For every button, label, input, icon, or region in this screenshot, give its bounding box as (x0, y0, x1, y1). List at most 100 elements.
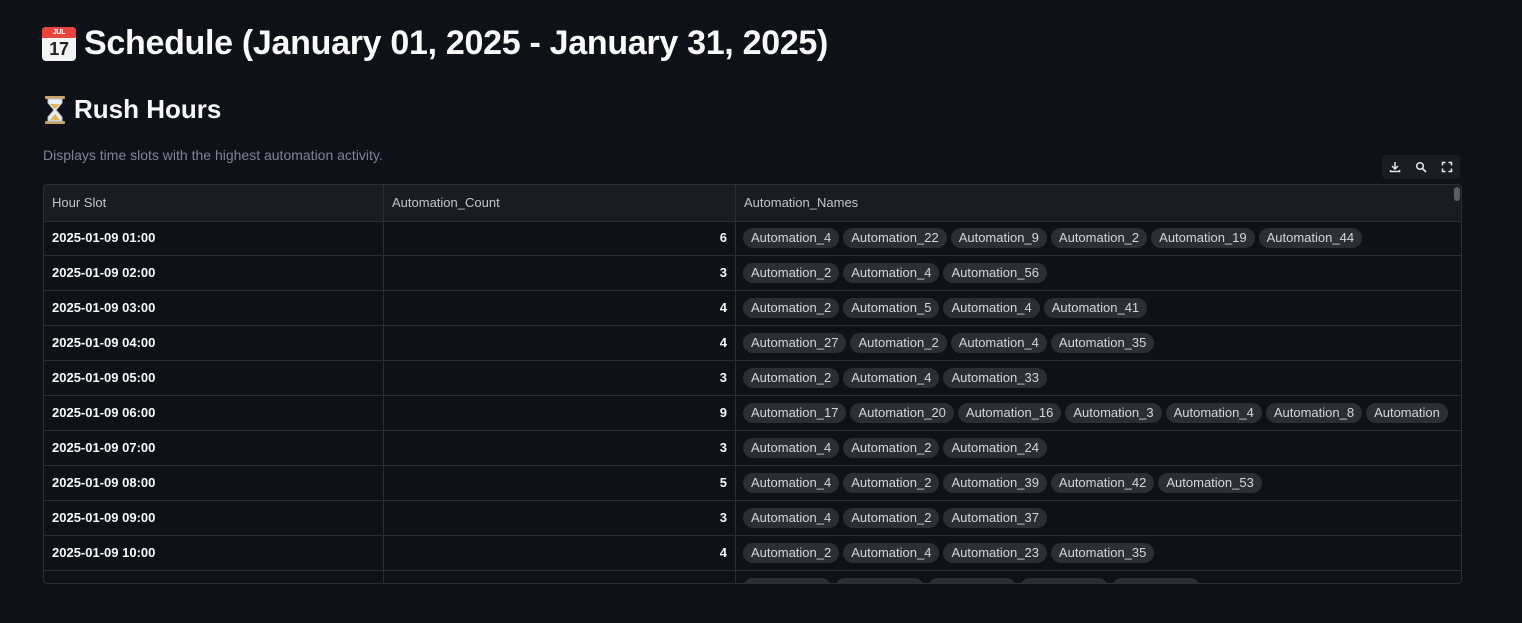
automation-tag: Automation_2 (843, 473, 940, 493)
table-row[interactable]: 2025-01-09 03:00 4 Automation_2 Automation_… (44, 291, 1461, 326)
table-toolbar (1382, 155, 1460, 179)
automation-tag: Automation_4 (943, 298, 1040, 318)
table-row[interactable]: 2025-01-09 07:00 3 Automation_4 Automation_… (44, 431, 1461, 466)
fullscreen-icon (1441, 161, 1453, 173)
table-row[interactable]: 2025-01-09 01:00 6 Automation_4 Automation_… (44, 221, 1461, 256)
automation-tag: Automation_2 (743, 263, 840, 283)
calendar-icon: JUL 17 (42, 26, 76, 61)
cell-automation-count[interactable]: 4 (384, 326, 736, 360)
automation-tag: Automation (1366, 403, 1448, 423)
table-scrollbar[interactable] (1454, 187, 1460, 201)
cell-automation-count[interactable]: 6 (384, 221, 736, 255)
table-body: 2025-01-09 01:00 6 Automation_4 Automation_… (44, 221, 1461, 583)
cell-hour-slot[interactable]: 2025-01-09 01:00 (44, 221, 384, 255)
automation-tag: Automation_37 (943, 508, 1047, 528)
cell-automation-count[interactable]: 9 (384, 396, 736, 430)
cell-automation-names[interactable]: Automation_4 Automation_2 Automation_39 Aut… (736, 466, 1461, 500)
cell-hour-slot[interactable]: 2025-01-09 10:00 (44, 536, 384, 570)
cell-automation-count[interactable]: 3 (384, 361, 736, 395)
table-row[interactable]: 2025-01-09 05:00 3 Automation_2 Automation_… (44, 361, 1461, 396)
section-title: Rush Hours (42, 94, 221, 125)
automation-tag: Automation_22 (843, 228, 947, 248)
cell-hour-slot[interactable]: 2025-01-09 02:00 (44, 256, 384, 290)
cell-automation-count[interactable]: 3 (384, 501, 736, 535)
automation-tag: Automation_4 (950, 333, 1047, 353)
cell-automation-names[interactable]: Automation_2 Automation_4 Automation_56 (736, 256, 1461, 290)
automation-tag: Automation_4 (743, 228, 840, 248)
page-title-text: Schedule (January 01, 2025 - January 31,… (84, 24, 829, 62)
cell-automation-names[interactable]: Automation_4 Automation_2 Automation_37 (736, 501, 1461, 535)
automation-tag: Automation_33 (943, 368, 1047, 388)
table-row[interactable]: 2025-01-09 02:00 3 Automation_2 Automation_… (44, 256, 1461, 291)
automation-tag: Automation_2 (850, 333, 947, 353)
cell-automation-names[interactable]: Automation_27 Automation_2 Automation_4 Aut… (736, 326, 1461, 360)
cell-partial (44, 571, 384, 583)
hourglass-icon (42, 95, 68, 125)
automation-tag (927, 578, 1016, 583)
column-header-automation-names[interactable]: Automation_Names (736, 185, 1461, 221)
automation-tag: Automation_3 (1065, 403, 1162, 423)
cell-hour-slot[interactable]: 2025-01-09 09:00 (44, 501, 384, 535)
automation-tag: Automation_4 (843, 543, 940, 563)
automation-tag: Automation_16 (957, 403, 1062, 423)
cell-hour-slot[interactable]: 2025-01-09 03:00 (44, 291, 384, 325)
cell-automation-names[interactable]: Automation_2 Automation_5 Automation_4 Auto… (736, 291, 1461, 325)
download-icon (1389, 162, 1401, 173)
automation-tag: Automation_4 (1165, 403, 1262, 423)
section-title-text: Rush Hours (74, 94, 222, 124)
cell-partial (736, 571, 1461, 583)
cell-hour-slot[interactable]: 2025-01-09 06:00 (44, 396, 384, 430)
table-row[interactable]: 2025-01-09 09:00 3 Automation_4 Automation_… (44, 501, 1461, 536)
rush-hours-table[interactable]: Hour Slot Automation_Count Automation_Na… (43, 184, 1462, 584)
table-row[interactable]: 2025-01-09 10:00 4 Automation_2 Automation_… (44, 536, 1461, 571)
automation-tag: Automation_35 (1050, 543, 1155, 563)
cell-hour-slot[interactable]: 2025-01-09 07:00 (44, 431, 384, 465)
column-header-automation-count[interactable]: Automation_Count (384, 185, 736, 221)
cell-hour-slot[interactable]: 2025-01-09 08:00 (44, 466, 384, 500)
automation-tag: Automation_2 (743, 368, 840, 388)
cell-hour-slot[interactable]: 2025-01-09 05:00 (44, 361, 384, 395)
cell-automation-count[interactable]: 4 (384, 536, 736, 570)
cell-partial (384, 571, 736, 583)
automation-tag: Automation_4 (843, 368, 940, 388)
automation-tag (1112, 578, 1201, 583)
download-button[interactable] (1384, 156, 1406, 178)
automation-tag: Automation_56 (943, 263, 1047, 283)
automation-tag: Automation_23 (943, 543, 1047, 563)
table-row-partial[interactable] (44, 571, 1461, 583)
automation-tag: Automation_53 (1158, 473, 1262, 493)
automation-tag: Automation_41 (1043, 298, 1148, 318)
automation-tag: Automation_20 (850, 403, 954, 423)
cell-automation-names[interactable]: Automation_2 Automation_4 Automation_23 Aut… (736, 536, 1461, 570)
fullscreen-button[interactable] (1436, 156, 1458, 178)
cell-automation-count[interactable]: 3 (384, 256, 736, 290)
table-row[interactable]: 2025-01-09 04:00 4 Automation_27 Automation… (44, 326, 1461, 361)
automation-tag: Automation_4 (743, 438, 840, 458)
automation-tag: Automation_2 (1050, 228, 1148, 248)
cell-automation-names[interactable]: Automation_17 Automation_20 Automation_16 A… (736, 396, 1461, 430)
automation-tag: Automation_5 (843, 298, 940, 318)
automation-tag (835, 578, 924, 583)
automation-tag: Automation_9 (950, 228, 1047, 248)
automation-tag: Automation_4 (843, 263, 940, 283)
automation-tag: Automation_19 (1151, 228, 1255, 248)
automation-tag (743, 578, 832, 583)
cell-automation-names[interactable]: Automation_4 Automation_22 Automation_9 Aut… (736, 221, 1461, 255)
cell-automation-names[interactable]: Automation_4 Automation_2 Automation_24 (736, 431, 1461, 465)
column-header-hour-slot[interactable]: Hour Slot (44, 185, 384, 221)
table-header: Hour Slot Automation_Count Automation_Na… (44, 185, 1461, 222)
automation-tag: Automation_17 (743, 403, 847, 423)
cell-automation-count[interactable]: 3 (384, 431, 736, 465)
automation-tag: Automation_2 (843, 438, 940, 458)
cell-hour-slot[interactable]: 2025-01-09 04:00 (44, 326, 384, 360)
automation-tag: Automation_4 (743, 473, 840, 493)
automation-tag: Automation_2 (743, 298, 840, 318)
cell-automation-count[interactable]: 4 (384, 291, 736, 325)
cell-automation-names[interactable]: Automation_2 Automation_4 Automation_33 (736, 361, 1461, 395)
table-row[interactable]: 2025-01-09 08:00 5 Automation_4 Automation_… (44, 466, 1461, 501)
automation-tag: Automation_2 (743, 543, 840, 563)
search-button[interactable] (1410, 156, 1432, 178)
automation-tag: Automation_24 (943, 438, 1047, 458)
table-row[interactable]: 2025-01-09 06:00 9 Automation_17 Automation… (44, 396, 1461, 431)
cell-automation-count[interactable]: 5 (384, 466, 736, 500)
